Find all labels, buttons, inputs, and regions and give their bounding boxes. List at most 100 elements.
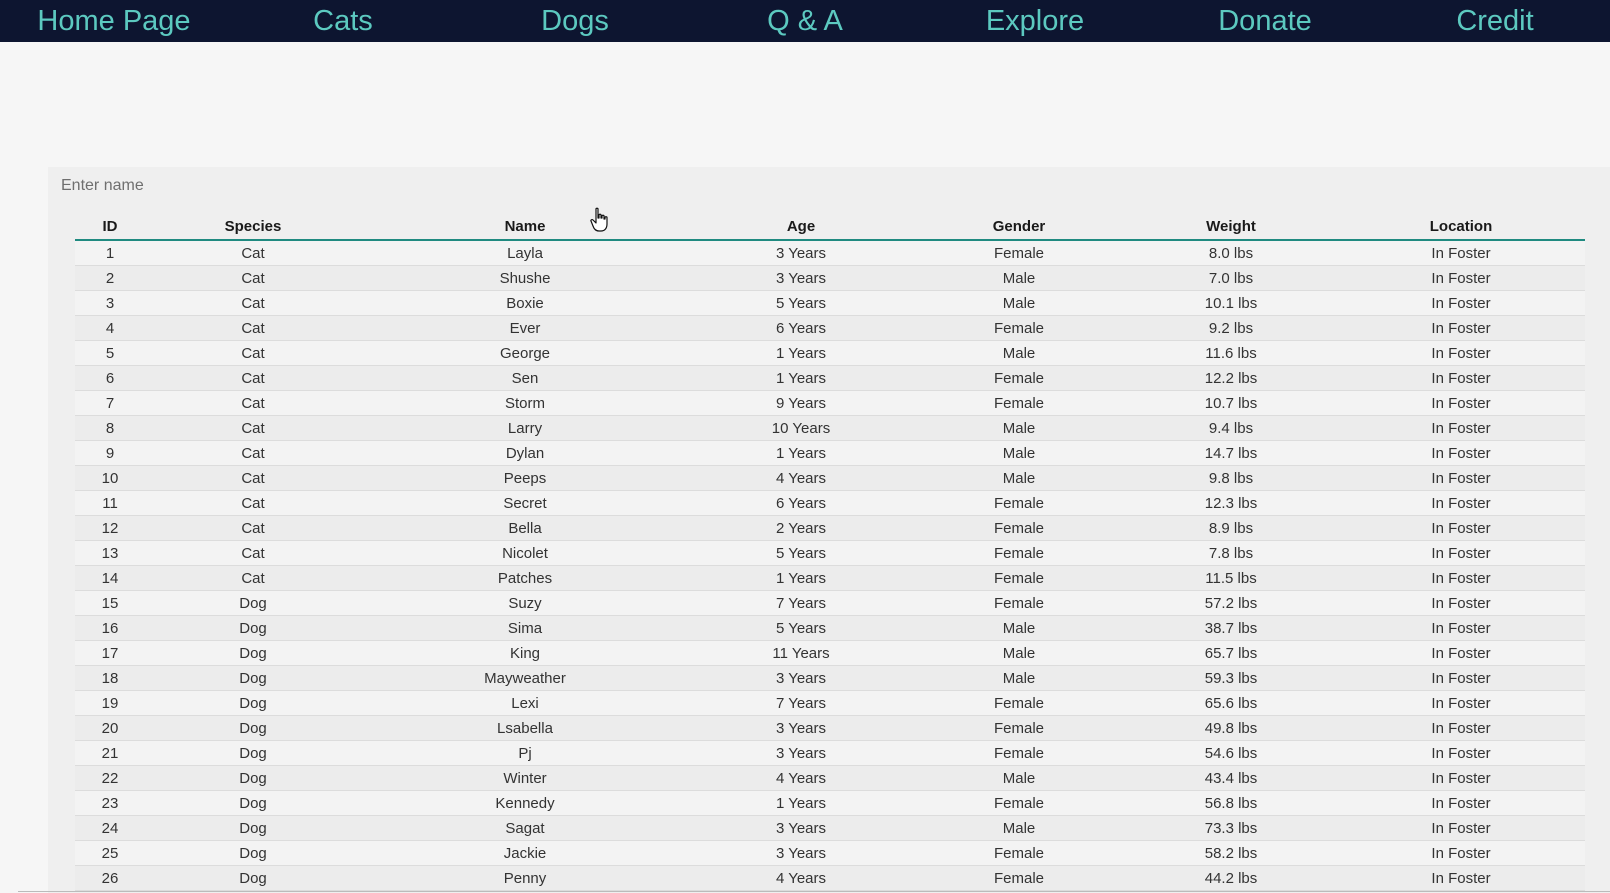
cell-weight: 11.5 lbs xyxy=(1205,570,1257,587)
cell-age: 7 Years xyxy=(775,595,827,612)
cell-gender: Female xyxy=(993,745,1045,762)
cell-name: Sagat xyxy=(505,820,545,837)
cell-weight: 11.6 lbs xyxy=(1205,345,1257,362)
cell-species: Cat xyxy=(241,495,265,512)
cell-age: 3 Years xyxy=(775,720,827,737)
cell-location: In Foster xyxy=(1431,320,1491,337)
table-row[interactable]: 13 Cat Nicolet 5 Years Female 7.8 lbs In Foste… xyxy=(75,541,1585,566)
table-row[interactable]: 5 Cat George 1 Years Male 11.6 lbs In Foster xyxy=(75,341,1585,366)
table-row[interactable]: 4 Cat Ever 6 Years Female 9.2 lbs In Foster xyxy=(75,316,1585,341)
cell-name: Suzy xyxy=(508,595,542,612)
table-row[interactable]: 21 Dog Pj 3 Years Female 54.6 lbs In Foster xyxy=(75,741,1585,766)
cell-location: In Foster xyxy=(1431,270,1491,287)
table-row[interactable]: 2 Cat Shushe 3 Years Male 7.0 lbs In Foster xyxy=(75,266,1585,291)
table-row[interactable]: 17 Dog King 11 Years Male 65.7 lbs In Foster xyxy=(75,641,1585,666)
table-row[interactable]: 11 Cat Secret 6 Years Female 12.3 lbs In Foste… xyxy=(75,491,1585,516)
cell-id: 17 xyxy=(101,645,119,662)
cell-id: 2 xyxy=(105,270,115,287)
cell-gender: Female xyxy=(993,845,1045,862)
cell-location: In Foster xyxy=(1431,870,1491,887)
table-row[interactable]: 12 Cat Bella 2 Years Female 8.9 lbs In Foster xyxy=(75,516,1585,541)
cell-id: 13 xyxy=(101,545,119,562)
table-row[interactable]: 7 Cat Storm 9 Years Female 10.7 lbs In Foster xyxy=(75,391,1585,416)
table-row[interactable]: 22 Dog Winter 4 Years Male 43.4 lbs In Foster xyxy=(75,766,1585,791)
column-header-weight[interactable]: Weight xyxy=(1206,218,1256,235)
cell-species: Cat xyxy=(241,245,265,262)
table-row[interactable]: 3 Cat Boxie 5 Years Male 10.1 lbs In Foster xyxy=(75,291,1585,316)
table-row[interactable]: 26 Dog Penny 4 Years Female 44.2 lbs In Foster xyxy=(75,866,1585,891)
cell-id: 26 xyxy=(101,870,119,887)
table-row[interactable]: 6 Cat Sen 1 Years Female 12.2 lbs In Foster xyxy=(75,366,1585,391)
cell-name: Sen xyxy=(511,370,539,387)
cell-id: 9 xyxy=(105,445,115,462)
table-row[interactable]: 25 Dog Jackie 3 Years Female 58.2 lbs In Foste… xyxy=(75,841,1585,866)
table-row[interactable]: 10 Cat Peeps 4 Years Male 9.8 lbs In Foster xyxy=(75,466,1585,491)
cell-id: 18 xyxy=(101,670,119,687)
cell-location: In Foster xyxy=(1431,445,1491,462)
nav-item-q-and-a[interactable]: Q & A xyxy=(767,0,843,42)
cell-gender: Female xyxy=(993,370,1045,387)
cell-name: King xyxy=(509,645,541,662)
table-row[interactable]: 9 Cat Dylan 1 Years Male 14.7 lbs In Foster xyxy=(75,441,1585,466)
nav-item-dogs[interactable]: Dogs xyxy=(541,0,609,42)
cell-weight: 10.7 lbs xyxy=(1204,395,1258,412)
nav-item-donate[interactable]: Donate xyxy=(1218,0,1312,42)
cell-id: 1 xyxy=(105,245,115,262)
column-header-id[interactable]: ID xyxy=(103,218,118,235)
table-row[interactable]: 14 Cat Patches 1 Years Female 11.5 lbs In Fost… xyxy=(75,566,1585,591)
table-row[interactable]: 19 Dog Lexi 7 Years Female 65.6 lbs In Foster xyxy=(75,691,1585,716)
cell-weight: 65.6 lbs xyxy=(1204,695,1258,712)
cell-species: Cat xyxy=(241,445,265,462)
nav-item-explore[interactable]: Explore xyxy=(986,0,1084,42)
cell-species: Dog xyxy=(239,620,267,637)
nav-item-credit[interactable]: Credit xyxy=(1456,0,1533,42)
table-row[interactable]: 1 Cat Layla 3 Years Female 8.0 lbs In Foster xyxy=(75,241,1585,266)
cell-age: 6 Years xyxy=(775,320,827,337)
table-row[interactable]: 8 Cat Larry 10 Years Male 9.4 lbs In Foster xyxy=(75,416,1585,441)
cell-gender: Female xyxy=(993,545,1045,562)
cell-weight: 38.7 lbs xyxy=(1204,620,1258,637)
nav-item-home-page[interactable]: Home Page xyxy=(37,0,190,42)
cell-location: In Foster xyxy=(1431,770,1491,787)
cell-id: 11 xyxy=(102,495,118,512)
cell-name: Dylan xyxy=(505,445,545,462)
nav-item-cats[interactable]: Cats xyxy=(313,0,373,42)
cell-gender: Male xyxy=(1002,670,1036,687)
cell-species: Cat xyxy=(241,520,265,537)
cell-species: Dog xyxy=(239,745,267,762)
cell-gender: Male xyxy=(1002,270,1036,287)
cell-weight: 8.9 lbs xyxy=(1208,520,1254,537)
cell-gender: Male xyxy=(1002,470,1036,487)
table-row[interactable]: 24 Dog Sagat 3 Years Male 73.3 lbs In Foster xyxy=(75,816,1585,841)
cell-age: 1 Years xyxy=(775,370,827,387)
cell-age: 4 Years xyxy=(775,870,827,887)
cell-weight: 9.2 lbs xyxy=(1208,320,1254,337)
table-row[interactable]: 23 Dog Kennedy 1 Years Female 56.8 lbs In Fost… xyxy=(75,791,1585,816)
cell-species: Cat xyxy=(241,295,265,312)
name-search-input[interactable] xyxy=(61,172,661,200)
column-header-location[interactable]: Location xyxy=(1430,218,1493,235)
cell-age: 1 Years xyxy=(775,570,827,587)
table-row[interactable]: 20 Dog Lsabella 3 Years Female 49.8 lbs In Fos… xyxy=(75,716,1585,741)
cell-name: Winter xyxy=(503,770,547,787)
cell-age: 2 Years xyxy=(775,520,827,537)
column-header-species[interactable]: Species xyxy=(225,218,282,235)
table-row[interactable]: 18 Dog Mayweather 3 Years Male 59.3 lbs In Fos… xyxy=(75,666,1585,691)
column-header-age[interactable]: Age xyxy=(787,218,815,235)
cell-id: 14 xyxy=(101,570,119,587)
cell-age: 7 Years xyxy=(775,695,827,712)
cell-id: 12 xyxy=(101,520,119,537)
column-header-gender[interactable]: Gender xyxy=(993,218,1046,235)
column-header-name[interactable]: Name xyxy=(505,218,546,235)
cell-gender: Male xyxy=(1002,770,1036,787)
cell-name: Ever xyxy=(509,320,541,337)
cell-species: Dog xyxy=(239,720,267,737)
cell-name: Storm xyxy=(504,395,546,412)
cell-gender: Female xyxy=(993,595,1045,612)
cell-name: Shushe xyxy=(499,270,551,287)
table-row[interactable]: 16 Dog Sima 5 Years Male 38.7 lbs In Foster xyxy=(75,616,1585,641)
table-row[interactable]: 15 Dog Suzy 7 Years Female 57.2 lbs In Foster xyxy=(75,591,1585,616)
cell-weight: 14.7 lbs xyxy=(1204,445,1258,462)
cell-age: 9 Years xyxy=(775,395,827,412)
cell-age: 4 Years xyxy=(775,470,827,487)
